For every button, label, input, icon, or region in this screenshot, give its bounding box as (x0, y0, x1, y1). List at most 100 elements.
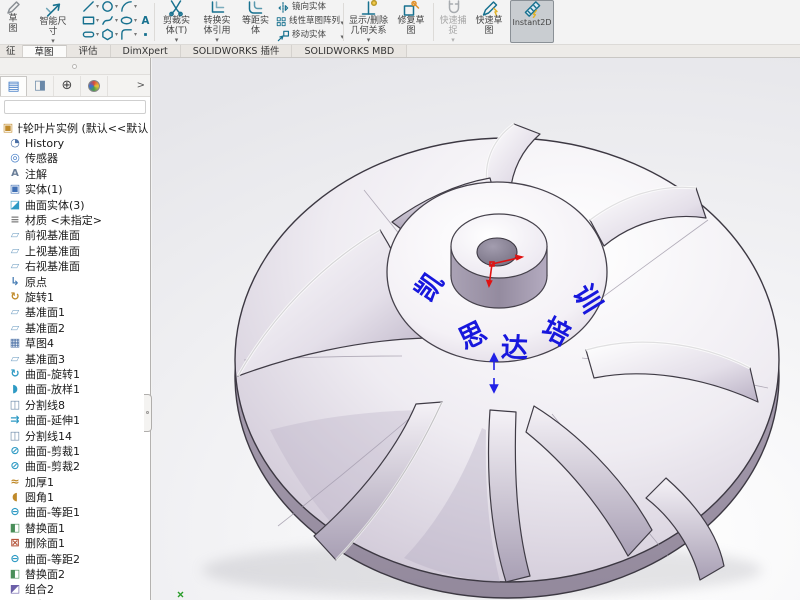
offset-entities-label: 等距实体 (242, 17, 270, 36)
tree-item[interactable]: 注解 (0, 166, 149, 181)
tab-solidworks-addins[interactable]: SOLIDWORKS 插件 (181, 45, 293, 57)
tree-item[interactable]: 实体(1) (0, 182, 149, 197)
line-tool[interactable]: ▾ (82, 0, 100, 13)
instant2d-button[interactable]: Instant2D (510, 0, 554, 43)
panel-splitter-handle[interactable] (144, 394, 152, 432)
exit-sketch-button[interactable]: 草图 (0, 0, 26, 45)
line-icon (82, 0, 95, 13)
exit-sketch-label: 草图 (7, 15, 19, 34)
rapid-sketch-button[interactable]: 快速草图 (472, 0, 506, 45)
sketch-fillet-tool[interactable]: ▾ (120, 28, 138, 41)
sketch-fillet-icon (120, 28, 133, 41)
polygon-icon (101, 28, 114, 41)
tab-features[interactable]: 征 (0, 45, 23, 57)
smart-dimension-icon (43, 0, 63, 18)
tree-item[interactable]: 原点 (0, 274, 149, 289)
tree-item[interactable]: 加厚1 (0, 474, 149, 489)
display-manager-icon (88, 80, 100, 92)
tree-item[interactable]: 右视基准面 (0, 259, 149, 274)
offset-entities-button[interactable]: 等距实体 (238, 0, 273, 45)
trim-caret[interactable]: ▾ (157, 37, 196, 43)
repair-sketch-icon (402, 0, 421, 17)
tree-item[interactable]: 基准面3 (0, 351, 149, 366)
tree-item[interactable]: 旋转1 (0, 289, 149, 304)
tree-item[interactable]: 替换面1 (0, 520, 149, 535)
tab-feature-manager[interactable]: ▤ (0, 76, 27, 96)
display-relations-caret[interactable]: ▾ (346, 37, 391, 43)
tree-item[interactable]: 删除面1 (0, 536, 149, 551)
tree-item[interactable]: 前视基准面 (0, 228, 149, 243)
circle-tool[interactable]: ▾ (101, 0, 119, 13)
tree-item[interactable]: 圆角1 (0, 489, 149, 504)
polygon-tool[interactable]: ▾ (101, 28, 119, 41)
tree-item[interactable]: 材质 <未指定> (0, 212, 149, 227)
replace-face-icon (8, 568, 22, 580)
tree-item[interactable]: 传感器 (0, 151, 149, 166)
instant2d-icon (523, 0, 542, 18)
tree-item[interactable]: 曲面实体(3) (0, 197, 149, 212)
tab-dimxpert[interactable]: DimXpert (111, 45, 181, 57)
tree-item[interactable]: 曲面-剪裁1 (0, 443, 149, 458)
spline-tool[interactable]: ▾ (101, 14, 119, 27)
tree-item[interactable]: 基准面2 (0, 320, 149, 335)
tree-item[interactable]: 曲面-剪裁2 (0, 459, 149, 474)
rectangle-tool[interactable]: ▾ (82, 14, 100, 27)
ellipse-tool[interactable]: ▾ (120, 14, 138, 27)
spline-icon (101, 14, 114, 27)
move-entities-button[interactable]: 移动实体 ▾ (276, 29, 340, 43)
group-separator (433, 3, 434, 41)
convert-entities-icon (208, 0, 227, 17)
tab-sketch[interactable]: 草图 (23, 45, 67, 57)
tree-item[interactable]: 分割线8 (0, 397, 149, 412)
tab-evaluate[interactable]: 评估 (67, 45, 111, 57)
feature-manager-icon: ▤ (7, 79, 19, 94)
sketch-text-icon: A (139, 14, 152, 27)
sketch-point-marker (178, 592, 183, 597)
quick-snaps-label: 快速捕捉 (439, 17, 467, 36)
tree-item[interactable]: 分割线14 (0, 428, 149, 443)
smart-dimension-caret[interactable]: ▾ (28, 38, 78, 44)
tree-item[interactable]: 基准面1 (0, 305, 149, 320)
tree-item[interactable]: 组合2 (0, 582, 149, 597)
tree-item[interactable]: 草图4 (0, 335, 149, 350)
tab-solidworks-mbd[interactable]: SOLIDWORKS MBD (292, 45, 407, 57)
graphics-viewport[interactable]: 凯 思 达 培 训 (152, 58, 800, 600)
tree-item[interactable]: 曲面-放样1 (0, 382, 149, 397)
convert-caret[interactable]: ▾ (197, 37, 237, 43)
instant2d-label: Instant2D (511, 18, 553, 28)
tree-item[interactable]: 曲面-旋转1 (0, 366, 149, 381)
tree-item[interactable]: 曲面-等距1 (0, 505, 149, 520)
tree-item[interactable]: 替换面2 (0, 566, 149, 581)
plane-icon (8, 260, 22, 272)
smart-dimension-button[interactable]: 智能尺寸 ▾ (28, 0, 78, 45)
linear-pattern-button[interactable]: 线性草图阵列 ▾ (276, 15, 340, 29)
point-tool[interactable] (139, 28, 152, 41)
tree-item[interactable]: 上视基准面 (0, 243, 149, 258)
tree-item[interactable]: 曲面-等距2 (0, 551, 149, 566)
panel-splitter-dot[interactable] (72, 64, 77, 69)
arc-tool[interactable]: ▾ (120, 0, 138, 13)
history-icon (8, 137, 22, 149)
tree-item[interactable]: 曲面-延伸1 (0, 412, 149, 427)
tree-item[interactable]: History (0, 135, 149, 150)
tab-property-manager[interactable]: ◨ (27, 76, 54, 96)
tab-display-manager[interactable] (81, 76, 108, 96)
hub-boss (451, 214, 547, 308)
tree-filter-input[interactable] (4, 100, 146, 114)
panel-expand-arrow[interactable]: > (137, 80, 145, 91)
quick-snaps-icon (444, 0, 463, 17)
surface-bodies-icon (8, 199, 22, 211)
display-relations-button[interactable]: 显示/删除几何关系 ▾ (346, 0, 391, 45)
fillet-icon (8, 491, 22, 503)
text-tool[interactable]: A (139, 14, 152, 27)
trim-entities-button[interactable]: 剪裁实体(T) ▾ (157, 0, 196, 45)
convert-entities-button[interactable]: 转换实体引用 ▾ (197, 0, 237, 45)
tree-root-item[interactable]: 叶轮叶片实例 (默认<<默认>_显示状态 1 (0, 120, 149, 135)
repair-sketch-button[interactable]: 修复草图 (393, 0, 429, 45)
circle-icon (101, 0, 114, 13)
arc-icon (120, 0, 133, 13)
configuration-manager-icon: ⊕ (62, 78, 73, 93)
mirror-entities-button[interactable]: 镜向实体 (276, 1, 340, 15)
tab-configuration-manager[interactable]: ⊕ (54, 76, 81, 96)
slot-tool[interactable]: ▾ (82, 28, 100, 41)
